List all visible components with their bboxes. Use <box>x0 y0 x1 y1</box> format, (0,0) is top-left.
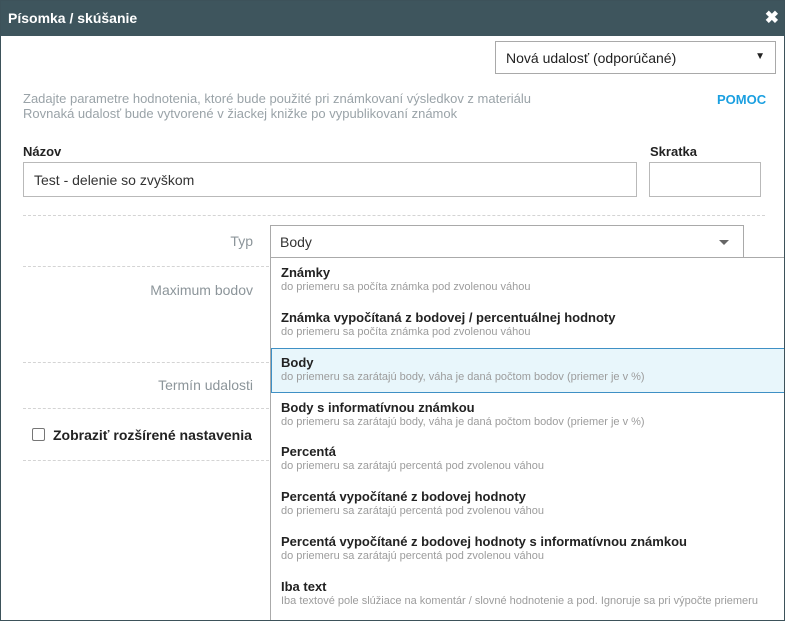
type-option-title: Známky <box>281 265 331 280</box>
name-input[interactable] <box>23 162 637 197</box>
type-option[interactable]: Body s informatívnou známkou do priemeru… <box>271 393 784 438</box>
event-select-value: Nová udalosť (odporúčané) <box>506 50 677 66</box>
abbreviation-label: Skratka <box>650 144 697 159</box>
max-points-label: Maximum bodov <box>150 282 253 298</box>
type-option-title: Známka vypočítaná z bodovej / percentuál… <box>281 310 616 325</box>
divider <box>23 362 269 363</box>
title-bar: Písomka / skúšanie ✖ <box>1 1 784 36</box>
help-text-line: Rovnaká udalosť bude vytvorené v žiackej… <box>23 106 458 121</box>
type-option-description: do priemeru sa zarátajú percentá pod zvo… <box>281 460 544 472</box>
divider <box>23 215 765 216</box>
event-date-label: Termín udalosti <box>158 377 253 393</box>
event-select[interactable]: Nová udalosť (odporúčané) ▼ <box>495 41 776 74</box>
type-option-title: Body s informatívnou známkou <box>281 400 475 415</box>
type-option-description: do priemeru sa zarátajú percentá pod zvo… <box>281 550 544 562</box>
close-icon[interactable]: ✖ <box>765 9 779 26</box>
type-option[interactable]: Známky do priemeru sa počíta známka pod … <box>271 258 784 303</box>
type-option-description: do priemeru sa zarátajú percentá pod zvo… <box>281 505 544 517</box>
help-link[interactable]: POMOC <box>717 92 766 107</box>
type-option-description: do priemeru sa zarátajú body, váha je da… <box>281 416 645 428</box>
dialog: Písomka / skúšanie ✖ Nová udalosť (odpor… <box>0 0 785 621</box>
type-dropdown-list: Známky do priemeru sa počíta známka pod … <box>270 257 784 620</box>
divider <box>23 408 269 409</box>
advanced-settings-checkbox[interactable] <box>32 428 45 441</box>
abbreviation-input[interactable] <box>649 162 761 197</box>
type-option[interactable]: Percentá vypočítané z bodovej hodnoty s … <box>271 527 784 572</box>
type-option[interactable]: Percentá do priemeru sa zarátajú percent… <box>271 437 784 482</box>
type-label: Typ <box>230 233 253 249</box>
help-text-line: Zadajte parametre hodnotenia, ktoré bude… <box>23 91 532 106</box>
chevron-down-icon: ▼ <box>755 51 765 62</box>
type-option-description: do priemeru sa počíta známka pod zvoleno… <box>281 326 531 338</box>
type-option-title: Percentá <box>281 444 336 459</box>
type-option-title: Percentá vypočítané z bodovej hodnoty <box>281 489 526 504</box>
type-option-title: Body <box>281 355 314 370</box>
type-option-selected[interactable]: Body do priemeru sa zarátajú body, váha … <box>271 348 784 393</box>
type-option-description: Iba textové pole slúžiace na komentár / … <box>281 595 758 607</box>
caret-down-icon <box>719 240 729 245</box>
type-select-value: Body <box>280 234 312 250</box>
name-label: Názov <box>23 144 62 159</box>
type-select[interactable]: Body <box>270 225 744 258</box>
help-text: Zadajte parametre hodnotenia, ktoré bude… <box>23 91 531 121</box>
type-option-description: do priemeru sa počíta známka pod zvoleno… <box>281 281 531 293</box>
type-option-title: Percentá vypočítané z bodovej hodnoty s … <box>281 534 687 549</box>
dialog-title: Písomka / skúšanie <box>8 10 138 26</box>
type-option-description: do priemeru sa zarátajú body, váha je da… <box>281 371 645 383</box>
type-option[interactable]: Iba text Iba textové pole slúžiace na ko… <box>271 572 784 620</box>
type-option[interactable]: Percentá vypočítané z bodovej hodnoty do… <box>271 482 784 527</box>
divider <box>23 266 269 267</box>
advanced-settings-label: Zobraziť rozšírené nastavenia <box>53 427 252 443</box>
divider <box>23 460 269 461</box>
type-option-title: Iba text <box>281 579 327 594</box>
type-option[interactable]: Známka vypočítaná z bodovej / percentuál… <box>271 303 784 348</box>
